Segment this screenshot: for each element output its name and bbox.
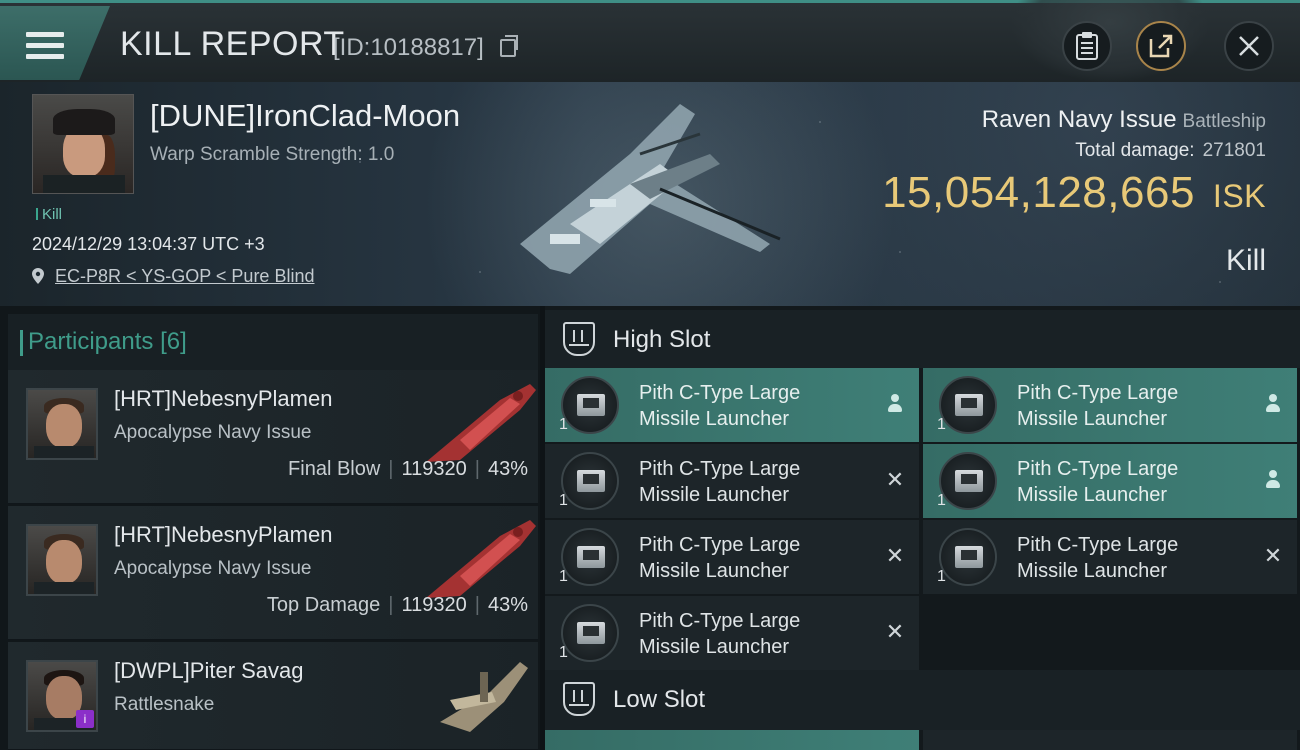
avatar[interactable] [26, 388, 98, 460]
high-slot-module[interactable]: 1 Pith C-Type Large Missile Launcher ✕ [923, 520, 1297, 594]
page-title: KILL REPORT [120, 25, 345, 63]
report-id: [ID:10188817] [333, 34, 484, 61]
result-label: Kill [1225, 244, 1266, 277]
module-name: Pith C-Type Large Missile Launcher [639, 382, 801, 430]
destroyed-x-icon: ✕ [885, 619, 905, 644]
menu-button[interactable] [0, 6, 110, 80]
module-name: Pith C-Type Large Missile Launcher [639, 458, 801, 506]
location-pin-icon [32, 268, 44, 284]
header-bar: KILL REPORT [ID:10188817] [0, 0, 1300, 83]
hamburger-icon [26, 32, 64, 60]
high-slot-icon [563, 322, 595, 356]
participant-stats: Top Damage | 119320 | 43% [266, 594, 528, 616]
low-slot-header: Low Slot [545, 670, 1300, 730]
dropped-person-icon [1261, 392, 1285, 416]
high-slot-module[interactable]: 1 Pith C-Type Large Missile Launcher ✕ [545, 596, 919, 670]
high-slot-label: High Slot [613, 326, 711, 353]
participants-panel: Participants [6] [HRT]NebesnyPlamen Apoc… [0, 306, 540, 750]
participant-row[interactable]: [HRT]NebesnyPlamen Apocalypse Navy Issue… [8, 506, 538, 640]
dropped-person-icon [883, 392, 907, 416]
low-slot-icon [563, 682, 595, 716]
isk-amount: 15,054,128,665 [882, 168, 1195, 217]
kill-timestamp: 2024/12/29 13:04:37 UTC +3 [32, 234, 265, 254]
missile-launcher-icon [939, 452, 997, 510]
avatar[interactable]: i [26, 660, 98, 732]
kill-location[interactable]: EC-P8R < YS-GOP < Pure Blind [32, 266, 314, 287]
missile-launcher-icon [939, 528, 997, 586]
victim-portrait[interactable] [32, 94, 134, 194]
module-quantity: 1 [937, 492, 946, 509]
participants-header: Participants [6] [8, 314, 538, 370]
clipboard-button[interactable] [1062, 21, 1112, 71]
warp-scramble-strength: Warp Scramble Strength: 1.0 [150, 144, 395, 165]
avatar[interactable] [26, 524, 98, 596]
participant-ship-image [426, 520, 536, 598]
high-slot-module[interactable]: 1 Pith C-Type Large Missile Launcher ✕ [545, 520, 919, 594]
participants-title: Participants [6] [20, 328, 187, 356]
victim-ship-image [520, 104, 781, 274]
participant-row[interactable]: i [DWPL]Piter Savag Rattlesnake [8, 642, 538, 750]
fitting-panel: High Slot 1 Pith C-Type Large Missile Laun… [545, 306, 1300, 750]
high-slot-module[interactable]: 1 Pith C-Type Large Missile Launcher [923, 368, 1297, 442]
participant-ship-image [426, 384, 536, 462]
participant-ship: Rattlesnake [114, 694, 215, 715]
participant-stats: Final Blow | 119320 | 43% [288, 458, 528, 480]
share-button[interactable] [1136, 21, 1186, 71]
missile-launcher-icon [939, 376, 997, 434]
low-slot-label: Low Slot [613, 686, 706, 713]
destroyed-x-icon: ✕ [885, 467, 905, 492]
isk-unit: ISK [1212, 178, 1266, 214]
low-slot-module[interactable] [545, 730, 919, 750]
high-slot-module[interactable]: 1 Pith C-Type Large Missile Launcher ✕ [545, 444, 919, 518]
high-slot-module[interactable]: 1 Pith C-Type Large Missile Launcher [545, 368, 919, 442]
missile-launcher-icon [561, 604, 619, 662]
participant-name: [HRT]NebesnyPlamen [114, 522, 333, 547]
module-quantity: 1 [559, 492, 568, 509]
module-quantity: 1 [559, 568, 568, 585]
missile-launcher-icon [561, 376, 619, 434]
copy-id-icon[interactable] [500, 35, 518, 57]
victim-panel: [DUNE]IronClad-Moon Warp Scramble Streng… [0, 82, 1300, 306]
victim-name[interactable]: [DUNE]IronClad-Moon [150, 98, 460, 134]
module-name: Pith C-Type Large Missile Launcher [1017, 382, 1179, 430]
module-name: Pith C-Type Large Missile Launcher [1017, 534, 1179, 582]
clipboard-icon [1076, 32, 1098, 60]
close-button[interactable] [1224, 21, 1274, 71]
module-quantity: 1 [559, 644, 568, 661]
missile-launcher-icon [561, 528, 619, 586]
module-quantity: 1 [937, 416, 946, 433]
alliance-badge-icon: i [76, 710, 94, 728]
high-slot-module[interactable]: 1 Pith C-Type Large Missile Launcher [923, 444, 1297, 518]
module-name: Pith C-Type Large Missile Launcher [1017, 458, 1179, 506]
participant-row[interactable]: [HRT]NebesnyPlamen Apocalypse Navy Issue… [8, 370, 538, 504]
high-slot-header: High Slot [545, 310, 1300, 368]
total-damage: Total damage: 271801 [1075, 140, 1266, 162]
isk-value: 15,054,128,665 ISK [882, 168, 1266, 218]
missile-launcher-icon [561, 452, 619, 510]
participant-name: [DWPL]Piter Savag [114, 658, 304, 683]
share-icon [1149, 34, 1173, 58]
participant-ship: Apocalypse Navy Issue [114, 558, 312, 579]
dropped-person-icon [1261, 468, 1285, 492]
total-damage-label: Total damage: [1075, 140, 1195, 161]
destroyed-x-icon: ✕ [1263, 543, 1283, 568]
victim-ship-name: Raven Navy Issue [981, 106, 1177, 133]
participant-name: [HRT]NebesnyPlamen [114, 386, 333, 411]
victim-ship-class: Battleship [1182, 111, 1266, 132]
location-link[interactable]: EC-P8R < YS-GOP < Pure Blind [55, 266, 314, 286]
victim-ship[interactable]: Raven Navy Issue Battleship [982, 106, 1266, 134]
module-quantity: 1 [559, 416, 568, 433]
destroyed-x-icon: ✕ [885, 543, 905, 568]
close-icon [1239, 36, 1259, 56]
module-quantity: 1 [937, 568, 946, 585]
total-damage-value: 271801 [1202, 140, 1266, 161]
module-name: Pith C-Type Large Missile Launcher [639, 534, 801, 582]
kill-tag: Kill [36, 206, 62, 223]
low-slot-module[interactable] [923, 730, 1297, 750]
module-name: Pith C-Type Large Missile Launcher [639, 610, 801, 658]
participant-ship-image [440, 662, 528, 732]
participant-ship: Apocalypse Navy Issue [114, 422, 312, 443]
